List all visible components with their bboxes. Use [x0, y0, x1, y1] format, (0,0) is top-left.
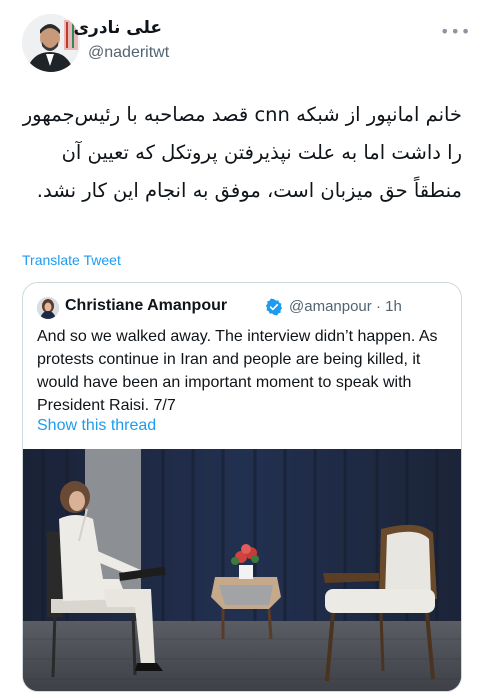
author-avatar[interactable] [22, 14, 80, 72]
quoted-author-name: Christiane Amanpour [65, 297, 228, 314]
quoted-tweet-text: And so we walked away. The interview did… [37, 328, 438, 414]
quoted-tweet[interactable]: Christiane Amanpour @amanpour · 1h And s… [22, 282, 462, 692]
quoted-tweet-photo[interactable] [23, 449, 461, 691]
author-display-name[interactable]: علی نادری [73, 18, 162, 38]
translate-tweet-link[interactable]: Translate Tweet [22, 252, 121, 268]
quoted-handle-time: @amanpour · 1h [289, 298, 402, 315]
tweet: علی نادری @naderitwt ••• خانم امانپور از… [0, 0, 484, 700]
more-icon[interactable]: ••• [440, 22, 471, 41]
verified-badge-icon [265, 298, 283, 316]
author-handle[interactable]: @naderitwt [88, 44, 169, 62]
tweet-text: خانم امانپور از شبکه cnn قصد مصاحبه با ر… [22, 103, 462, 202]
show-thread-link[interactable]: Show this thread [37, 417, 156, 435]
quoted-author-avatar [37, 297, 59, 319]
